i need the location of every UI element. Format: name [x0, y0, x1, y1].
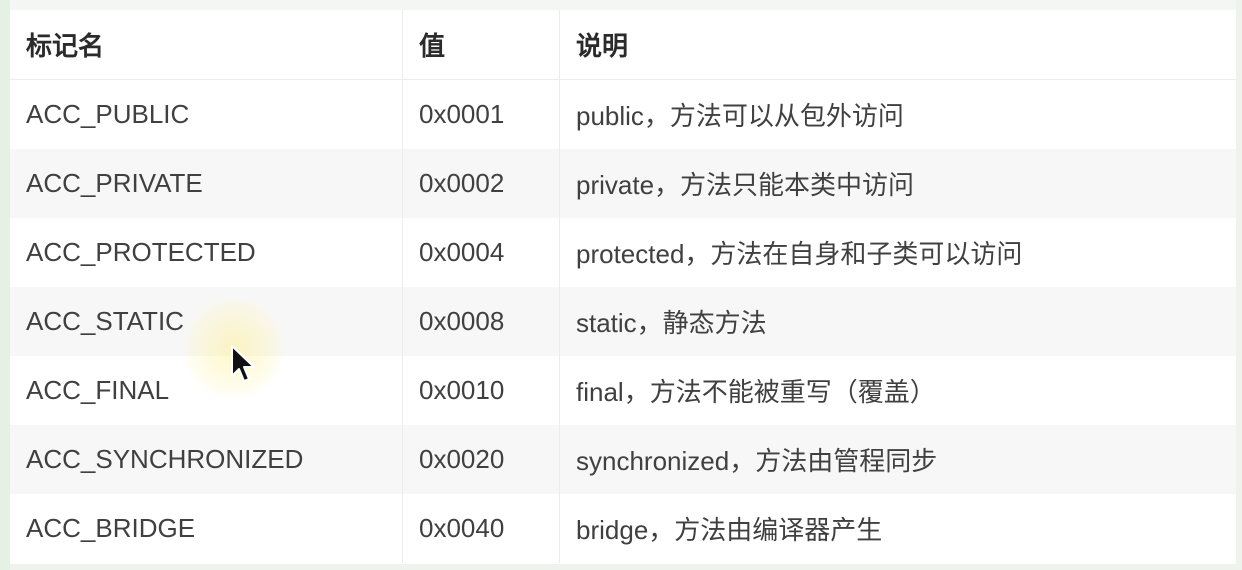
cell-value: 0x0020: [402, 425, 560, 494]
table-header: 标记名 值 说明: [10, 10, 1236, 80]
table-header-row: 标记名 值 说明: [10, 10, 1236, 80]
table-row: ACC_BRIDGE 0x0040 bridge，方法由编译器产生: [10, 494, 1236, 563]
cell-value: 0x0002: [402, 149, 560, 218]
cell-value: 0x0040: [402, 494, 560, 563]
cell-description: static，静态方法: [559, 287, 1236, 356]
cell-flag: ACC_PUBLIC: [10, 79, 403, 149]
top-strip: [10, 0, 1242, 10]
cell-value: 0x0004: [402, 218, 560, 287]
cell-description: public，方法可以从包外访问: [559, 79, 1236, 149]
table-row: ACC_PRIVATE 0x0002 private，方法只能本类中访问: [10, 149, 1236, 218]
access-flags-table: 标记名 值 说明 ACC_PUBLIC 0x0001 public，方法可以从包…: [10, 10, 1236, 563]
table-row: ACC_FINAL 0x0010 final，方法不能被重写（覆盖）: [10, 356, 1236, 425]
header-description: 说明: [559, 10, 1236, 80]
table-row: ACC_STATIC 0x0008 static，静态方法: [10, 287, 1236, 356]
table-row: ACC_SYNCHRONIZED 0x0020 synchronized，方法由…: [10, 425, 1236, 494]
cell-flag: ACC_FINAL: [10, 356, 403, 425]
cell-flag: ACC_PROTECTED: [10, 218, 403, 287]
table-body: ACC_PUBLIC 0x0001 public，方法可以从包外访问 ACC_P…: [10, 79, 1236, 563]
cell-description: bridge，方法由编译器产生: [559, 494, 1236, 563]
cell-value: 0x0008: [402, 287, 560, 356]
bottom-edge: [10, 564, 1242, 570]
cell-flag: ACC_SYNCHRONIZED: [10, 425, 403, 494]
table-row: ACC_PROTECTED 0x0004 protected，方法在自身和子类可…: [10, 218, 1236, 287]
cell-flag: ACC_STATIC: [10, 287, 403, 356]
document-page: 标记名 值 说明 ACC_PUBLIC 0x0001 public，方法可以从包…: [0, 0, 1242, 570]
right-edge: [1236, 0, 1242, 570]
cell-description: final，方法不能被重写（覆盖）: [559, 356, 1236, 425]
cell-flag: ACC_BRIDGE: [10, 494, 403, 563]
cell-flag: ACC_PRIVATE: [10, 149, 403, 218]
cell-value: 0x0010: [402, 356, 560, 425]
header-flag-name: 标记名: [10, 10, 403, 80]
cell-value: 0x0001: [402, 79, 560, 149]
table-row: ACC_PUBLIC 0x0001 public，方法可以从包外访问: [10, 79, 1236, 149]
cell-description: protected，方法在自身和子类可以访问: [559, 218, 1236, 287]
cell-description: synchronized，方法由管程同步: [559, 425, 1236, 494]
header-value: 值: [402, 10, 560, 80]
cell-description: private，方法只能本类中访问: [559, 149, 1236, 218]
